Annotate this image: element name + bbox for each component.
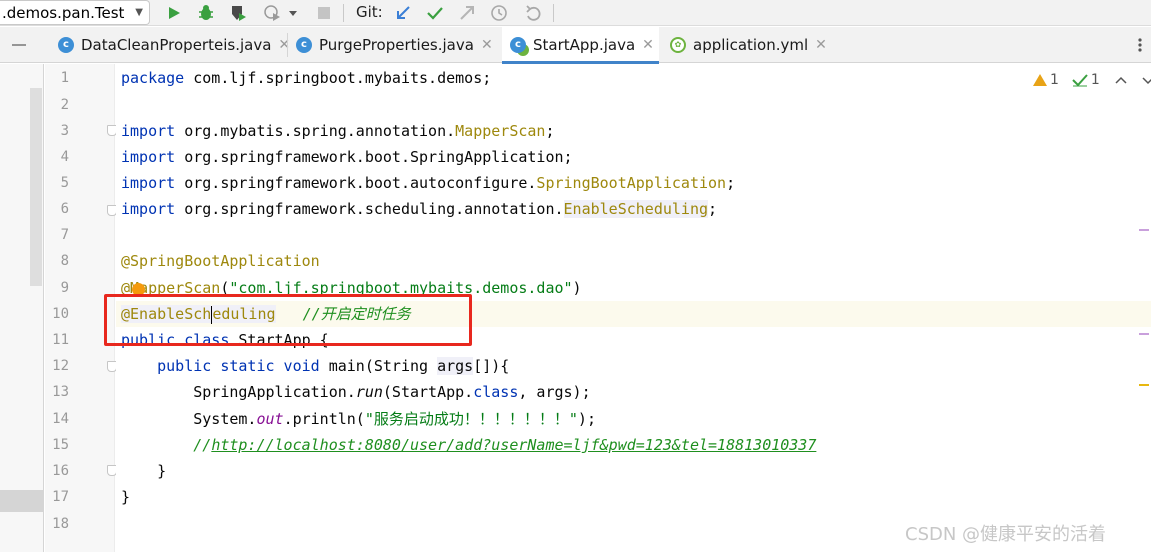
warning-count: 1 [1050, 72, 1059, 88]
run-configuration-label: .demos.pan.Test [2, 4, 125, 22]
history-icon[interactable] [489, 3, 509, 23]
line-number: 6 [60, 201, 69, 217]
code-line-4: import org.springframework.boot.SpringAp… [121, 148, 573, 166]
line-number: 3 [60, 123, 69, 139]
toolbar-divider [343, 4, 344, 22]
code-line-15: //http://localhost:8080/user/add?userNam… [193, 436, 817, 454]
weak-warning-icon [1072, 74, 1088, 87]
line-number: 15 [52, 437, 69, 453]
line-number: 18 [52, 516, 69, 532]
code-line-17: } [121, 488, 131, 506]
line-number: 13 [52, 384, 69, 400]
tab-purgeproperties[interactable]: c PurgeProperties.java ✕ [292, 27, 493, 63]
code-line-8: @SpringBootApplication [121, 252, 320, 270]
more-tabs-button[interactable] [1132, 27, 1148, 63]
close-icon[interactable]: ✕ [481, 37, 493, 53]
line-number: 5 [60, 175, 69, 191]
watermark: CSDN @健康平安的活着 [905, 524, 1107, 545]
line-number: 2 [60, 97, 69, 113]
line-number: 1 [60, 70, 69, 86]
stop-icon[interactable] [314, 3, 334, 23]
close-icon[interactable]: ✕ [815, 37, 827, 53]
code-line-3: import org.mybatis.spring.annotation.Map… [121, 122, 555, 140]
code-line-1: package com.ljf.springboot.mybaits.demos… [121, 69, 492, 87]
line-number: 17 [52, 489, 69, 505]
scrollbar-marker[interactable] [1139, 333, 1149, 335]
rollback-icon[interactable] [523, 3, 543, 23]
close-icon[interactable]: ✕ [642, 37, 654, 53]
line-number: 16 [52, 463, 69, 479]
code-line-6: import org.springframework.scheduling.an… [121, 200, 718, 218]
project-tool-panel[interactable] [0, 64, 44, 552]
tab-label: StartApp.java [533, 36, 636, 54]
code-line-5: import org.springframework.boot.autoconf… [121, 174, 736, 192]
tab-startapp[interactable]: c StartApp.java ✕ [502, 27, 659, 64]
vcs-commit-icon[interactable] [425, 3, 445, 23]
code-line-14: System.out.println("服务启动成功！！！！！！！"); [193, 410, 596, 428]
tab-label: DataCleanProperteis.java [81, 36, 272, 54]
inspection-widget[interactable]: 1 1 [1033, 72, 1151, 88]
debug-icon[interactable] [196, 3, 216, 23]
line-number: 11 [52, 332, 69, 348]
code-line-16: } [157, 462, 167, 480]
line-number: 4 [60, 149, 69, 165]
comment-url-link[interactable]: http://localhost:8080/user/add?userName=… [211, 436, 816, 454]
line-number: 14 [52, 411, 69, 427]
git-label: Git: [356, 3, 383, 21]
weak-warning-count: 1 [1090, 72, 1100, 88]
editor-tab-bar: c DataCleanProperteis.java ✕ c PurgeProp… [0, 27, 1151, 64]
profiler-icon[interactable] [262, 3, 282, 23]
line-number: 7 [60, 227, 69, 243]
chevron-down-icon: ▼ [135, 7, 143, 18]
yaml-icon: ✿ [670, 37, 686, 53]
chevron-down-icon[interactable] [1142, 75, 1151, 85]
java-class-icon: c [296, 37, 312, 53]
run-configuration-selector[interactable]: .demos.pan.Test ▼ [0, 0, 150, 25]
toolbar-divider [553, 4, 554, 22]
line-number: 8 [60, 253, 69, 269]
hamburger-icon [12, 44, 26, 46]
tab-application-yml[interactable]: ✿ application.yml ✕ [668, 27, 827, 63]
selected-tree-row[interactable] [0, 490, 44, 512]
main-toolbar: .demos.pan.Test ▼ Git: [0, 0, 1151, 26]
line-number: 12 [52, 358, 69, 374]
chevron-up-icon[interactable] [1115, 75, 1127, 85]
tool-window-tab[interactable] [0, 27, 40, 63]
java-class-icon: c [58, 37, 74, 53]
line-number: 10 [52, 306, 69, 322]
scrollbar-marker[interactable] [1139, 229, 1149, 231]
vcs-push-icon[interactable] [457, 3, 477, 23]
warning-icon [1033, 74, 1047, 86]
chevron-down-icon[interactable] [286, 3, 300, 23]
panel-scrollbar[interactable] [30, 88, 42, 286]
run-icon[interactable] [164, 3, 184, 23]
code-line-12: public static void main(String args[]){ [157, 357, 510, 375]
close-icon[interactable]: ✕ [278, 37, 290, 53]
more-vertical-icon [1138, 38, 1142, 52]
tab-label: PurgeProperties.java [319, 36, 474, 54]
tab-datacleanproperteis[interactable]: c DataCleanProperteis.java ✕ [52, 27, 290, 63]
tab-label: application.yml [693, 36, 809, 54]
coverage-icon[interactable] [228, 3, 248, 23]
code-line-13: SpringApplication.run(StartApp.class, ar… [193, 383, 591, 401]
line-number: 9 [60, 280, 69, 296]
tab-divider [287, 33, 288, 57]
highlight-annotation-box [104, 294, 472, 346]
spring-boot-class-icon: c [510, 37, 526, 53]
vcs-update-icon[interactable] [393, 3, 413, 23]
scrollbar-marker[interactable] [1139, 384, 1149, 386]
